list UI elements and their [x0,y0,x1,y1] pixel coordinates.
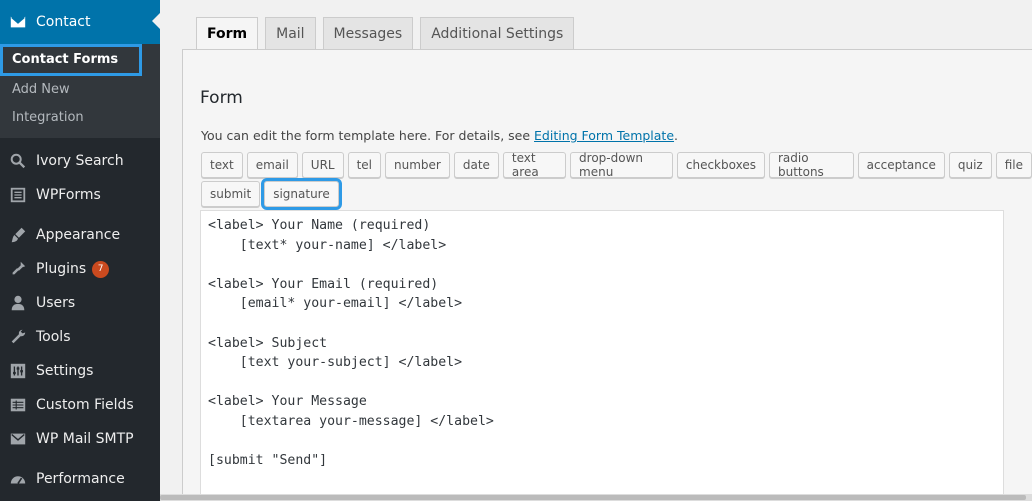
menu-plugins-label: Plugins [36,261,87,277]
submenu-contact-forms[interactable]: Contact Forms [0,44,142,76]
tag-button-date[interactable]: date [453,152,499,178]
tag-button-acceptance[interactable]: acceptance [857,152,945,178]
tag-button-radio[interactable]: radio buttons [768,151,854,179]
tag-button-quiz[interactable]: quiz [948,152,992,178]
submenu-add-new[interactable]: Add New [0,76,160,104]
tag-button-url[interactable]: URL [301,152,344,178]
tag-button-submit[interactable]: submit [201,181,261,207]
contact-submenu: Contact Forms Add New Integration [0,44,160,138]
menu-contact[interactable]: Contact [0,0,160,44]
menu-wpforms[interactable]: WPForms [0,178,160,212]
tag-button-dropdown[interactable]: drop-down menu [570,151,673,179]
menu-appearance-label: Appearance [36,227,121,243]
mail-icon [0,13,36,31]
admin-sidebar: Contact Contact Forms Add New Integratio… [0,0,160,501]
menu-performance[interactable]: Performance [0,462,160,496]
table-icon [0,396,36,414]
menu-users[interactable]: Users [0,286,160,320]
menu-wpforms-label: WPForms [36,187,101,203]
tag-button-text[interactable]: text [201,152,243,178]
panel-title: Form [200,88,243,108]
scrollbar-thumb[interactable] [160,495,1026,500]
wrench-icon [0,328,36,346]
tab-additional-settings[interactable]: Additional Settings [420,17,575,49]
tag-button-tel[interactable]: tel [347,152,382,178]
form-panel: Form You can edit the form template here… [182,49,1032,501]
plugins-update-badge: 7 [92,260,110,278]
tag-generator-row: text email URL tel number date text area… [201,151,1032,179]
menu-appearance[interactable]: Appearance [0,218,160,252]
menu-ivory-search-label: Ivory Search [36,153,124,169]
menu-custom-fields-label: Custom Fields [36,397,134,413]
menu-wp-mail-smtp-label: WP Mail SMTP [36,431,134,447]
tab-messages[interactable]: Messages [322,17,414,49]
tag-button-number[interactable]: number [385,152,450,178]
menu-settings-label: Settings [36,363,94,379]
description-suffix: . [674,128,679,143]
user-icon [0,294,36,312]
plug-icon [0,260,36,278]
tag-button-signature[interactable]: signature [261,178,342,210]
panel-description: You can edit the form template here. For… [201,128,678,143]
tag-button-file[interactable]: file [995,152,1032,178]
editing-form-template-link[interactable]: Editing Form Template [534,128,674,143]
menu-custom-fields[interactable]: Custom Fields [0,388,160,422]
search-icon [0,152,36,170]
tag-button-email[interactable]: email [246,152,298,178]
menu-settings[interactable]: Settings [0,354,160,388]
brush-icon [0,226,36,244]
menu-plugins[interactable]: Plugins 7 [0,252,160,286]
menu-ivory-search[interactable]: Ivory Search [0,144,160,178]
settings-icon [0,362,36,380]
gauge-icon [0,470,36,488]
tab-form[interactable]: Form [196,17,259,50]
menu-contact-label: Contact [36,14,91,30]
form-template-editor[interactable]: <label> Your Name (required) [text* your… [200,210,1004,501]
submenu-integration[interactable]: Integration [0,104,160,132]
envelope-icon [0,430,36,448]
menu-users-label: Users [36,295,76,311]
menu-wp-mail-smtp[interactable]: WP Mail SMTP [0,422,160,456]
menu-tools-label: Tools [36,329,71,345]
menu-performance-label: Performance [36,471,125,487]
horizontal-scrollbar[interactable] [160,494,1032,501]
menu-tools[interactable]: Tools [0,320,160,354]
tag-generator-row: submit signature [201,178,342,210]
tab-mail[interactable]: Mail [265,17,316,49]
current-menu-arrow [152,13,160,29]
forms-icon [0,186,36,204]
settings-tabs: Form Mail Messages Additional Settings [196,17,575,50]
description-text: You can edit the form template here. For… [201,128,535,143]
tag-button-checkboxes[interactable]: checkboxes [676,152,765,178]
tag-button-textarea[interactable]: text area [502,151,567,179]
